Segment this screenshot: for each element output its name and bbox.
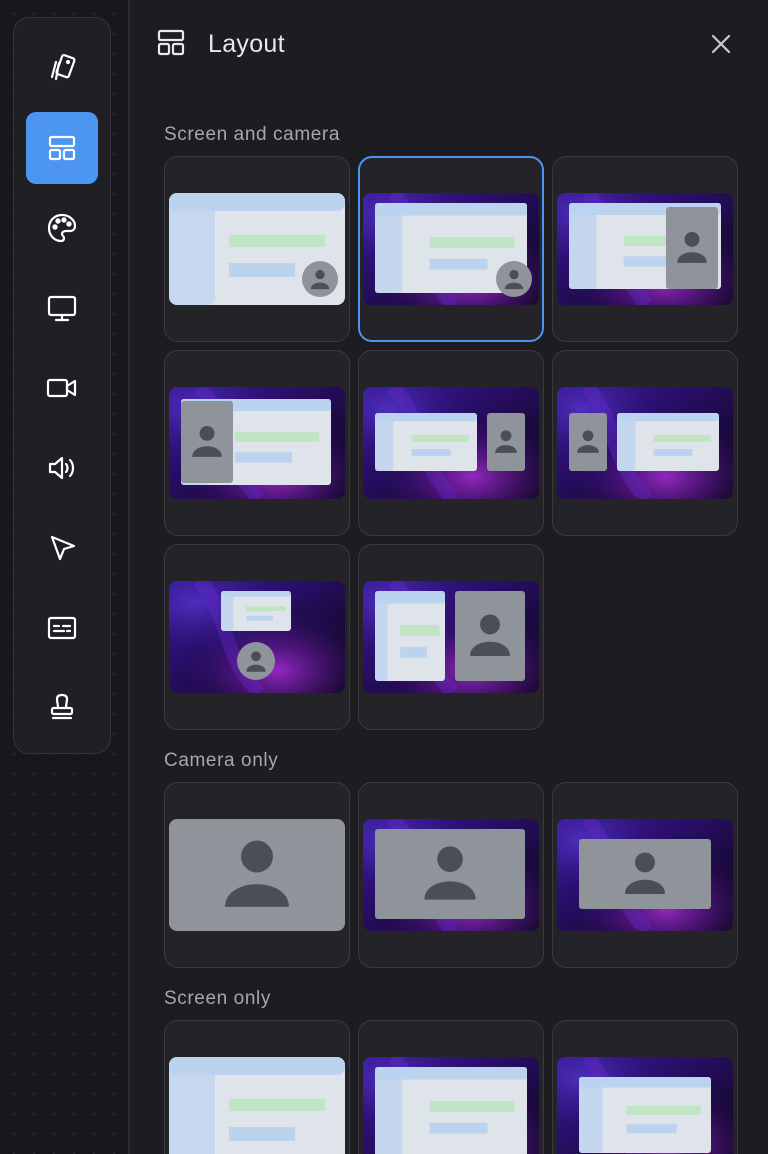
layout-preview [363, 581, 539, 693]
layout-option-camera-only-wallpaper-small[interactable] [552, 782, 738, 968]
speaker-icon [48, 456, 75, 480]
layout-preview [169, 1057, 345, 1154]
layout-preview [169, 193, 345, 305]
layout-preview [169, 819, 345, 931]
panel-title: Layout [208, 30, 285, 58]
tool-sidebar [13, 17, 111, 754]
layout-icon [48, 135, 76, 161]
tool-watermark-button[interactable] [26, 672, 98, 744]
layout-option-screen-only-wallpaper-small[interactable] [552, 1020, 738, 1154]
tool-background-button[interactable] [26, 32, 98, 104]
captions-icon [47, 616, 77, 640]
camera-frame [455, 591, 525, 681]
screen-thumbnail [375, 413, 477, 471]
layout-option-screen-camera-stacked-center[interactable] [164, 544, 350, 730]
layout-preview [557, 819, 733, 931]
layout-preview [169, 387, 345, 499]
screen-thumbnail [375, 591, 445, 681]
palette-icon [47, 213, 77, 243]
layout-option-screen-camera-split-half[interactable] [358, 544, 544, 730]
layout-option-screen-only-plain[interactable] [164, 1020, 350, 1154]
layout-icon [157, 29, 185, 56]
layout-option-screen-camera-side-by-side-left[interactable] [552, 350, 738, 536]
cursor-pointer-icon [50, 535, 76, 561]
tool-cursor-button[interactable] [26, 512, 98, 584]
camera-bubble [237, 642, 275, 680]
layout-preview [557, 1057, 733, 1154]
layout-option-screen-camera-bubble-corner-wallpaper[interactable] [358, 156, 544, 342]
layout-preview [363, 1057, 539, 1154]
layout-preview [169, 581, 345, 693]
layout-option-screen-camera-bubble-corner-plain[interactable] [164, 156, 350, 342]
layout-option-camera-only-plain[interactable] [164, 782, 350, 968]
layout-preview [363, 193, 539, 305]
screen-thumbnail [221, 591, 291, 631]
layout-option-camera-only-wallpaper-large[interactable] [358, 782, 544, 968]
screen-thumbnail [617, 413, 719, 471]
layout-option-screen-only-wallpaper-large[interactable] [358, 1020, 544, 1154]
camera-frame [375, 829, 525, 919]
section-label-screen-only: Screen only [164, 988, 271, 1009]
layout-option-screen-camera-side-by-side-right[interactable] [358, 350, 544, 536]
screen-thumbnail [579, 1077, 711, 1153]
section-label-camera-only: Camera only [164, 750, 279, 771]
camera-frame [569, 413, 607, 471]
camera-bubble [302, 261, 338, 297]
monitor-icon [47, 295, 77, 322]
tool-screen-button[interactable] [26, 272, 98, 344]
layout-panel: Layout Screen and camera Camera only Scr… [128, 0, 768, 1154]
tool-camera-button[interactable] [26, 352, 98, 424]
camera-frame [169, 819, 345, 931]
section-label-screen-and-camera: Screen and camera [164, 124, 341, 145]
layout-option-screen-camera-panel-right-overlay[interactable] [552, 156, 738, 342]
camera-frame [666, 207, 718, 289]
stamp-icon [50, 693, 74, 720]
layout-preview [557, 387, 733, 499]
screen-thumbnail [375, 1067, 527, 1154]
tool-color-button[interactable] [26, 192, 98, 264]
camera-frame [181, 401, 233, 483]
background-cards-icon [50, 54, 76, 81]
layout-preview [363, 387, 539, 499]
video-camera-icon [46, 378, 77, 398]
layout-preview [557, 193, 733, 305]
camera-bubble [496, 261, 532, 297]
tool-audio-button[interactable] [26, 432, 98, 504]
layout-preview [363, 819, 539, 931]
tool-layout-button[interactable] [26, 112, 98, 184]
camera-frame [579, 839, 711, 909]
camera-frame [487, 413, 525, 471]
tool-captions-button[interactable] [26, 592, 98, 664]
layout-option-screen-camera-panel-left-overlay[interactable] [164, 350, 350, 536]
close-icon[interactable] [708, 31, 734, 57]
